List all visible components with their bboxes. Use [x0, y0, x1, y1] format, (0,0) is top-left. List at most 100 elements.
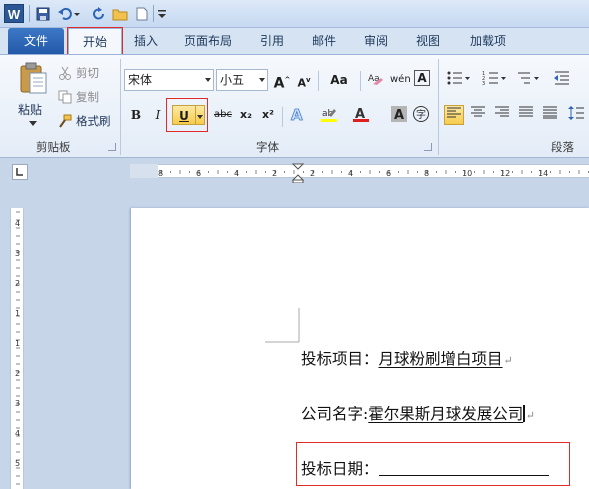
vertical-ruler[interactable]: 4 3 2 1 1 2 3 4 5 — [10, 208, 24, 489]
tab-page-layout[interactable]: 页面布局 — [176, 28, 240, 54]
tab-mailings[interactable]: 邮件 — [304, 28, 344, 54]
ruler-label: 2 — [310, 169, 315, 178]
tab-selector-icon[interactable] — [12, 164, 28, 180]
phonetic-guide-icon: wén — [390, 74, 411, 85]
bullets-button[interactable] — [444, 70, 472, 90]
paste-button[interactable]: 粘贴 — [14, 59, 52, 131]
grow-font-button[interactable]: A^ — [272, 70, 292, 92]
align-left-icon — [447, 107, 461, 118]
multilevel-list-button[interactable] — [514, 70, 542, 90]
align-left-button[interactable] — [444, 105, 464, 125]
ruler-label: 4 — [348, 169, 353, 178]
grow-font-icon: A — [273, 75, 285, 92]
tab-view[interactable]: 视图 — [408, 28, 448, 54]
tab-home[interactable]: 开始 — [67, 27, 123, 55]
ruler-label: 6 — [196, 169, 201, 178]
ruler-label: 4 — [234, 169, 239, 178]
phonetic-guide-button[interactable]: wén — [390, 70, 411, 90]
ruler-label: 2 — [272, 169, 277, 178]
group-divider — [120, 59, 121, 155]
group-divider — [438, 59, 439, 155]
indent-marker-icon[interactable] — [292, 163, 304, 183]
justify-icon — [519, 106, 533, 117]
underline-button[interactable]: U — [172, 105, 196, 125]
numbering-button[interactable]: 123 — [480, 70, 508, 90]
ruler-ticks: 4 3 2 1 1 2 3 4 5 — [15, 211, 20, 485]
decrease-indent-button[interactable] — [552, 70, 572, 90]
change-case-button[interactable]: Aa — [326, 70, 352, 90]
char-shading-icon: A — [391, 106, 407, 123]
paragraph-mark: ↵ — [503, 354, 513, 367]
highlight-color-button[interactable]: ab — [319, 105, 339, 125]
ruler-label: 12 — [500, 169, 510, 178]
font-color-button[interactable]: A — [351, 105, 371, 125]
tab-file[interactable]: 文件 — [8, 28, 64, 54]
enclose-char-button[interactable]: 字 — [411, 105, 431, 125]
new-icon[interactable] — [136, 7, 148, 21]
copy-button[interactable]: 复制 — [58, 87, 99, 107]
tab-references[interactable]: 引用 — [252, 28, 292, 54]
clipboard-launcher[interactable] — [108, 143, 116, 151]
ruler-label: 14 — [538, 169, 548, 178]
undo-icon[interactable] — [58, 7, 72, 21]
clear-format-button[interactable]: Aa — [366, 70, 386, 90]
font-name-combo[interactable]: 宋体 — [124, 69, 214, 91]
ribbon-tabs: 文件 开始 插入 页面布局 引用 邮件 审阅 视图 加载项 — [0, 27, 589, 55]
svg-text:3: 3 — [482, 81, 485, 86]
line-spacing-button[interactable] — [566, 105, 586, 125]
numbered-list-icon: 123 — [482, 71, 506, 87]
open-icon[interactable] — [112, 7, 128, 21]
distribute-button[interactable] — [540, 105, 560, 125]
format-painter-label: 格式刷 — [76, 114, 111, 128]
align-right-button[interactable] — [492, 105, 512, 125]
decrease-indent-icon — [554, 71, 569, 85]
divider — [360, 71, 361, 91]
char-shading-button[interactable]: A — [389, 105, 409, 125]
ruler-label: 8 — [158, 169, 163, 178]
text-cursor — [523, 405, 525, 422]
format-painter-button[interactable]: 格式刷 — [58, 111, 111, 131]
customize-icon[interactable] — [158, 7, 166, 21]
date-blank-line[interactable] — [378, 462, 549, 476]
shrink-font-button[interactable]: Av — [294, 70, 314, 90]
bold-button[interactable]: B — [126, 105, 146, 125]
chevron-down-icon — [259, 78, 265, 82]
text-effects-icon: A — [291, 106, 304, 125]
align-right-icon — [495, 106, 509, 117]
ruler-label: 3 — [15, 249, 20, 258]
justify-button[interactable] — [516, 105, 536, 125]
tab-insert[interactable]: 插入 — [126, 28, 166, 54]
undo-dropdown-icon[interactable] — [74, 7, 80, 21]
tab-addins[interactable]: 加载项 — [460, 28, 516, 54]
shrink-font-icon: A — [297, 76, 306, 90]
divider — [153, 5, 154, 22]
strikethrough-button[interactable]: abc — [210, 105, 236, 125]
paste-label: 粘贴 — [18, 103, 43, 117]
scissors-icon — [59, 66, 71, 80]
doc-paragraph-project[interactable]: 投标项目：月球粉刷增白项目↵ — [301, 347, 513, 369]
ruler-label: 1 — [15, 309, 20, 318]
save-icon[interactable] — [36, 7, 50, 21]
redo-icon[interactable] — [92, 7, 106, 21]
horizontal-ruler[interactable]: 8 6 4 2 2 4 6 8 10 12 14 — [130, 164, 589, 178]
underline-dropdown[interactable] — [195, 105, 205, 125]
bullet-list-icon — [447, 71, 470, 85]
doc-paragraph-company[interactable]: 公司名字:霍尔果斯月球发展公司 ↵ — [301, 402, 535, 424]
italic-button[interactable]: I — [148, 105, 168, 125]
word-logo-icon[interactable]: W — [4, 4, 24, 23]
superscript-button[interactable]: x² — [258, 105, 278, 125]
cut-button[interactable]: 剪切 — [58, 63, 99, 83]
subscript-button[interactable]: x₂ — [236, 105, 256, 125]
text-effects-button[interactable]: A — [288, 105, 308, 125]
font-size-combo[interactable]: 小五 — [216, 69, 268, 91]
font-launcher[interactable] — [424, 143, 432, 151]
align-center-button[interactable] — [468, 105, 488, 125]
char-border-button[interactable]: A — [414, 70, 430, 86]
ruler-label: 2 — [15, 279, 20, 288]
tab-review[interactable]: 审阅 — [356, 28, 396, 54]
ribbon: 粘贴 剪切 复制 格式刷 剪贴板 宋体 小五 A^ Av Aa Aa wén A… — [0, 54, 589, 158]
clipboard-group-label: 剪贴板 — [36, 140, 71, 154]
ruler-label: 3 — [15, 399, 20, 408]
doc-paragraph-date[interactable]: 投标日期： — [301, 457, 549, 479]
ruler-label: 2 — [15, 369, 20, 378]
